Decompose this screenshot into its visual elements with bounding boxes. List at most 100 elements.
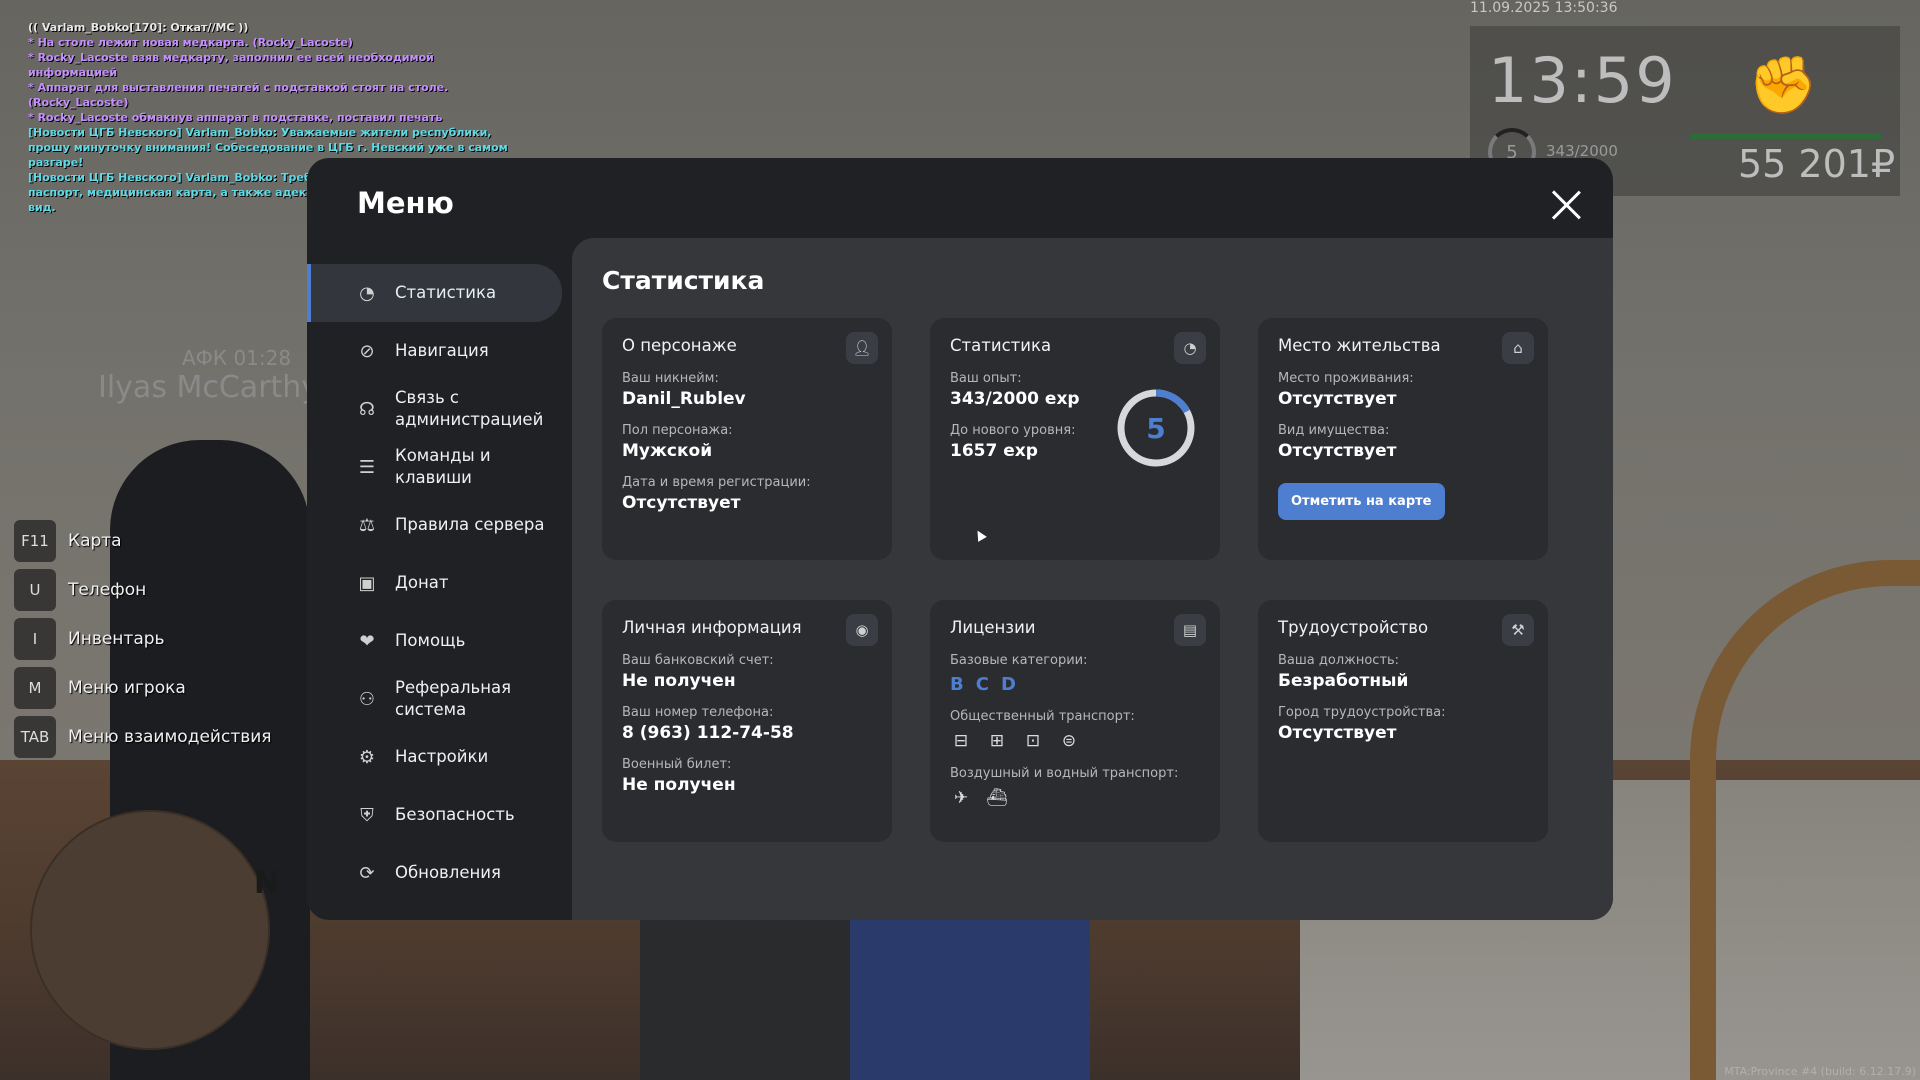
document-icon: ☰ (358, 456, 376, 478)
hud-clock: 13:59 (1488, 44, 1677, 117)
hotkey-label: Меню игрока (68, 678, 186, 698)
bus-icon: ⊞ (989, 731, 1005, 751)
sidebar-item[interactable]: ▣ Донат (307, 554, 562, 612)
hotkey-label: Меню взаимодействия (68, 727, 272, 747)
license-icon: ▤ (1174, 614, 1206, 646)
hotkey-key: M (14, 667, 56, 709)
card-title: Трудоустройство (1278, 618, 1429, 637)
fist-icon: ✊ (1748, 53, 1818, 118)
card-statistics: Статистика ◔ Ваш опыт: 343/2000 exp До н… (930, 318, 1220, 560)
license-categories: B C D (950, 674, 1200, 695)
main-menu-window: Меню ◔ Статистика ⊘ Навигация ☊ Связь с админ… (307, 158, 1613, 920)
bank-value: Не получен (622, 671, 736, 691)
hotkey-label: Инвентарь (68, 629, 165, 649)
gear-icon: ⚙ (358, 746, 376, 768)
license-category: C (975, 674, 989, 695)
base-categories-label: Базовые категории: (950, 653, 1088, 668)
sidebar-item[interactable]: ☊ Связь с администрацией (307, 380, 562, 438)
hotkey-phone[interactable]: U Телефон (14, 569, 272, 611)
hotkey-key: TAB (14, 716, 56, 758)
card-licenses: Лицензии ▤ Базовые категории: B C D Обще… (930, 600, 1220, 842)
license-category: D (1000, 674, 1016, 695)
mark-on-map-button[interactable]: Отметить на карте (1278, 483, 1445, 520)
hud-money: 55 201₽ (1738, 142, 1896, 186)
sidebar-item[interactable]: ⟳ Обновления (307, 844, 562, 902)
hotkey-player-menu[interactable]: M Меню игрока (14, 667, 272, 709)
sidebar-item-label: Навигация (395, 341, 489, 360)
afk-status: АФК 01:28 (182, 346, 292, 370)
residence-value: Отсутствует (1278, 389, 1397, 409)
phone-value: 8 (963) 112-74-58 (622, 723, 794, 743)
sidebar-item-label: Помощь (395, 631, 466, 650)
refresh-icon: ⟳ (359, 862, 375, 884)
wallet-icon: ▣ (358, 572, 376, 594)
exp-label: Ваш опыт: (950, 371, 1022, 386)
hotkey-key: F11 (14, 520, 56, 562)
sidebar-item-label: Правила сервера (395, 515, 545, 534)
radar-north-label: N (254, 866, 280, 901)
sidebar-item[interactable]: ⚇ Реферальная система (307, 670, 562, 728)
close-icon[interactable] (1549, 188, 1583, 222)
clock-pie-icon: ◔ (1174, 332, 1206, 364)
handshake-icon: ❤ (359, 630, 375, 652)
hud-datetime: 11.09.2025 13:50:36 (1470, 0, 1618, 16)
menu-sidebar: ◔ Статистика ⊘ Навигация ☊ Связь с администра… (307, 264, 562, 902)
sidebar-item-label: Донат (395, 573, 449, 592)
tram-icon: ⊡ (1025, 731, 1041, 751)
sidebar-item[interactable]: ⚙ Настройки (307, 728, 562, 786)
card-title: Место жительства (1278, 336, 1441, 355)
employment-city-value: Отсутствует (1278, 723, 1397, 743)
registration-value: Отсутствует (622, 493, 741, 513)
registration-label: Дата и время регистрации: (622, 475, 811, 490)
air-water-transport-icons: ✈ ⛴ (950, 787, 1200, 809)
card-title: Статистика (950, 336, 1052, 355)
referral-icon: ⚇ (358, 688, 376, 710)
minibus-icon: ⊜ (1061, 731, 1077, 751)
sidebar-item-label: Связь с администрацией (395, 388, 544, 429)
position-label: Ваша должность: (1278, 653, 1400, 668)
phone-label: Ваш номер телефона: (622, 705, 774, 720)
property-value: Отсутствует (1278, 441, 1397, 461)
military-label: Военный билет: (622, 757, 732, 772)
hotkey-interaction-menu[interactable]: TAB Меню взаимодействия (14, 716, 272, 758)
sidebar-item[interactable]: ❤ Помощь (307, 612, 562, 670)
hammer-icon: ⚒ (1502, 614, 1534, 646)
content-title: Статистика (602, 266, 765, 295)
sidebar-item-label: Команды и клавиши (395, 446, 491, 487)
chat-line: * Rocky_Lacoste обмакнув аппарат в подст… (28, 111, 443, 124)
card-personal-info: Личная информация ◉ Ваш банковский счет:… (602, 600, 892, 842)
house-icon: ⌂ (1502, 332, 1534, 364)
sidebar-item[interactable]: ⊘ Навигация (307, 322, 562, 380)
scales-icon: ⚖ (358, 514, 376, 536)
military-value: Не получен (622, 775, 736, 795)
license-category: B (950, 674, 964, 695)
nickname-label: Ваш никнейм: (622, 371, 719, 386)
hotkey-list: F11 Карта U Телефон I Инвентарь M Меню и… (14, 520, 272, 765)
bank-label: Ваш банковский счет: (622, 653, 774, 668)
ship-icon: ⛴ (986, 788, 1008, 808)
hotkey-key: I (14, 618, 56, 660)
level-number: 5 (1146, 411, 1166, 445)
hotkey-inventory[interactable]: I Инвентарь (14, 618, 272, 660)
build-info: MTA:Province #4 (build: 6.12.17.9) (1724, 1065, 1916, 1078)
public-transport-icons: ⊟ ⊞ ⊡ ⊜ (950, 730, 1200, 752)
chat-line: (( Varlam_Bobko[170]: Откат//МС )) (28, 21, 249, 34)
menu-title: Меню (357, 186, 454, 220)
sidebar-item[interactable]: ◔ Статистика (307, 264, 562, 322)
hotkey-key: U (14, 569, 56, 611)
card-title: Личная информация (622, 618, 802, 637)
hotkey-label: Карта (68, 531, 122, 551)
radar-minimap (30, 810, 270, 1050)
card-employment: Трудоустройство ⚒ Ваша должность: Безраб… (1258, 600, 1548, 842)
sidebar-item-label: Реферальная система (395, 678, 512, 719)
nickname-value: Danil_Rublev (622, 389, 746, 409)
sidebar-item-label: Настройки (395, 747, 489, 766)
hotkey-map[interactable]: F11 Карта (14, 520, 272, 562)
sidebar-item[interactable]: ⛨ Безопасность (307, 786, 562, 844)
sidebar-item[interactable]: ⚖ Правила сервера (307, 496, 562, 554)
airplane-icon: ✈ (953, 788, 969, 808)
card-character: О персонаже 👤︎ Ваш никнейм: Danil_Rublev… (602, 318, 892, 560)
headset-icon: ☊ (359, 398, 375, 420)
chat-line: * Rocky_Lacoste взяв медкарту, заполнил … (28, 51, 434, 79)
sidebar-item[interactable]: ☰ Команды и клавиши (307, 438, 562, 496)
